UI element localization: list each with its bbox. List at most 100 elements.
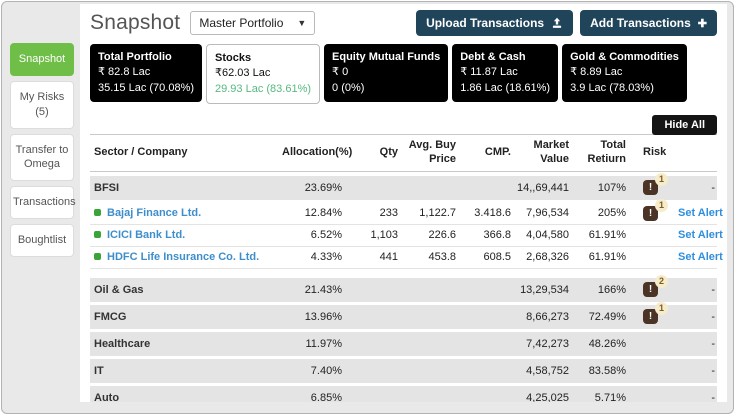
risk-warning-icon[interactable]: ! 1 <box>643 302 668 325</box>
sidebar-item-my-risks-5[interactable]: My Risks (5) <box>10 80 74 129</box>
card-value: ₹ 8.89 Lac <box>570 66 623 79</box>
company-row-bajaj-finance-ltd: Bajaj Finance Ltd. 12.84% 233 1,122.7 3.418.… <box>90 198 723 225</box>
sector-row-it[interactable]: IT 7.40% 4,58,752 83.58% - <box>90 358 717 383</box>
card-title: Debt & Cash <box>460 51 526 63</box>
card-sub: 29.93 Lac (83.61%) <box>215 82 312 95</box>
sidebar-item-snapshot[interactable]: Snapshot <box>10 43 74 76</box>
row-name-cell: Healthcare <box>94 337 151 350</box>
chevron-down-icon: ▼ <box>297 18 307 28</box>
avg-buy-price-cell: 1,122.7 <box>419 207 456 220</box>
risk-count-badge: 2 <box>655 275 668 289</box>
row-name-cell: BFSI <box>94 181 120 194</box>
summary-cards-row: Total Portfolio ₹ 82.8 Lac 35.15 Lac (70.0… <box>90 44 717 105</box>
risk-count-badge: 1 <box>655 302 668 316</box>
risk-cell: ! 1 <box>626 173 678 196</box>
total-return-cell: 83.58% <box>588 364 626 377</box>
column-header-risk: Risk <box>643 146 667 159</box>
table-header-row: Sector / Company Allocation(%) Qty Avg. Buy… <box>90 134 717 172</box>
company-link-icici-bank-ltd[interactable]: ICICI Bank Ltd. <box>107 229 185 241</box>
upload-icon <box>552 17 562 28</box>
qty-cell: 441 <box>379 251 398 264</box>
row-name-cell: Auto <box>94 391 120 402</box>
allocation-cell: 13.96% <box>304 310 342 323</box>
market-value-cell: 13,29,534 <box>520 283 569 296</box>
set-alert-link[interactable]: Set Alert <box>678 207 723 219</box>
market-value-cell: 4,58,752 <box>526 364 569 377</box>
summary-card-equity-mutual-funds[interactable]: Equity Mutual Funds ₹ 0 0 (0%) <box>324 44 449 103</box>
allocation-cell: 6.52% <box>310 229 342 242</box>
plus-icon: ✚ <box>697 17 707 30</box>
holding-status-dot-icon <box>94 209 101 217</box>
row-name-cell: IT <box>94 364 104 377</box>
sector-row-fmcg[interactable]: FMCG 13.96% 8,66,273 72.49% ! 1 - <box>90 302 717 329</box>
column-header-sector-company: Sector / Company <box>94 146 188 159</box>
table-body: BFSI 23.69% 14,,69,441 107% ! 1 - Bajaj Finance… <box>90 172 723 402</box>
sector-row-healthcare[interactable]: Healthcare 11.97% 7,42,273 48.26% - <box>90 331 717 356</box>
company-row-icici-bank-ltd: ICICI Bank Ltd. 6.52% 1,103 226.6 366.8 4,04,… <box>90 224 723 247</box>
set-alert-link[interactable]: Set Alert <box>678 251 723 263</box>
sector-row-bfsi[interactable]: BFSI 23.69% 14,,69,441 107% ! 1 - <box>90 173 717 200</box>
summary-card-total-portfolio[interactable]: Total Portfolio ₹ 82.8 Lac 35.15 Lac (70.0… <box>90 44 203 103</box>
total-return-cell: 48.26% <box>588 337 626 350</box>
set-alert-link[interactable]: Set Alert <box>678 229 723 241</box>
market-value-cell: 7,96,534 <box>526 207 569 220</box>
hide-all-button[interactable]: Hide All <box>652 115 717 136</box>
allocation-cell: 6.85% <box>310 391 342 402</box>
column-header-market-value: Market Value <box>533 139 569 165</box>
risk-warning-icon[interactable]: ! 2 <box>643 275 668 298</box>
action-dash: - <box>711 310 715 323</box>
card-title: Equity Mutual Funds <box>332 51 441 63</box>
topbar: Snapshot Master Portfolio ▼ Upload Trans… <box>90 10 717 36</box>
risk-cell: ! 1 <box>626 302 678 325</box>
card-title: Stocks <box>215 52 252 64</box>
total-return-cell: 107% <box>597 181 626 194</box>
upload-transactions-label: Upload Transactions <box>426 16 545 30</box>
action-cell: - <box>678 311 717 323</box>
allocation-cell: 4.33% <box>310 251 342 264</box>
column-header-cmp: CMP. <box>484 146 511 159</box>
action-cell: - <box>678 338 717 350</box>
add-transactions-button[interactable]: Add Transactions ✚ <box>580 10 717 36</box>
add-transactions-label: Add Transactions <box>590 16 691 30</box>
action-dash: - <box>711 391 715 402</box>
summary-card-stocks[interactable]: Stocks ₹62.03 Lac 29.93 Lac (83.61%) <box>206 44 321 105</box>
sidebar-item-boughtlist[interactable]: Boughtlist <box>10 224 74 257</box>
card-value: ₹ 82.8 Lac <box>98 66 151 79</box>
action-cell: - <box>678 182 717 194</box>
market-value-cell: 7,42,273 <box>526 337 569 350</box>
summary-card-debt-cash[interactable]: Debt & Cash ₹ 11.87 Lac 1.86 Lac (18.61%) <box>452 44 559 103</box>
risk-warning-icon[interactable]: ! 1 <box>643 173 668 196</box>
card-title: Gold & Commodities <box>570 51 679 63</box>
cmp-cell: 366.8 <box>483 229 511 242</box>
action-dash: - <box>711 337 715 350</box>
total-return-cell: 72.49% <box>588 310 626 323</box>
page-title: Snapshot <box>90 11 181 34</box>
action-dash: - <box>711 283 715 296</box>
avg-buy-price-cell: 226.6 <box>428 229 456 242</box>
action-cell: Set Alert <box>678 251 725 263</box>
market-value-cell: 14,,69,441 <box>517 181 569 194</box>
summary-card-gold-commodities[interactable]: Gold & Commodities ₹ 8.89 Lac 3.9 Lac (78.… <box>562 44 687 103</box>
risk-warning-icon[interactable]: ! 1 <box>643 198 668 221</box>
company-link-bajaj-finance-ltd[interactable]: Bajaj Finance Ltd. <box>107 207 201 219</box>
holding-status-dot-icon <box>94 253 101 261</box>
company-link-hdfc-life-insurance-co-ltd[interactable]: HDFC Life Insurance Co. Ltd. <box>107 251 259 263</box>
hide-all-row: Hide All <box>90 115 717 136</box>
avg-buy-price-cell: 453.8 <box>428 251 456 264</box>
card-value: ₹ 0 <box>332 66 349 79</box>
risk-count-badge: 1 <box>655 173 668 187</box>
total-return-cell: 5.71% <box>594 391 626 402</box>
upload-transactions-button[interactable]: Upload Transactions <box>416 10 574 36</box>
sidebar-item-transfer-to-omega[interactable]: Transfer to Omega <box>10 133 74 182</box>
sector-row-auto[interactable]: Auto 6.85% 4,25,025 5.71% - <box>90 385 717 402</box>
market-value-cell: 4,04,580 <box>526 229 569 242</box>
market-value-cell: 8,66,273 <box>526 310 569 323</box>
portfolio-selector[interactable]: Master Portfolio ▼ <box>190 11 316 35</box>
row-name-cell: Oil & Gas <box>94 283 144 296</box>
column-header-avg-buy-price: Avg. Buy Price <box>408 139 456 165</box>
sector-row-oil-gas[interactable]: Oil & Gas 21.43% 13,29,534 166% ! 2 - <box>90 275 717 302</box>
card-sub: 3.9 Lac (78.03%) <box>570 81 654 94</box>
allocation-cell: 12.84% <box>304 207 342 220</box>
sidebar-item-transactions[interactable]: Transactions <box>10 186 76 220</box>
allocation-cell: 23.69% <box>304 181 342 194</box>
